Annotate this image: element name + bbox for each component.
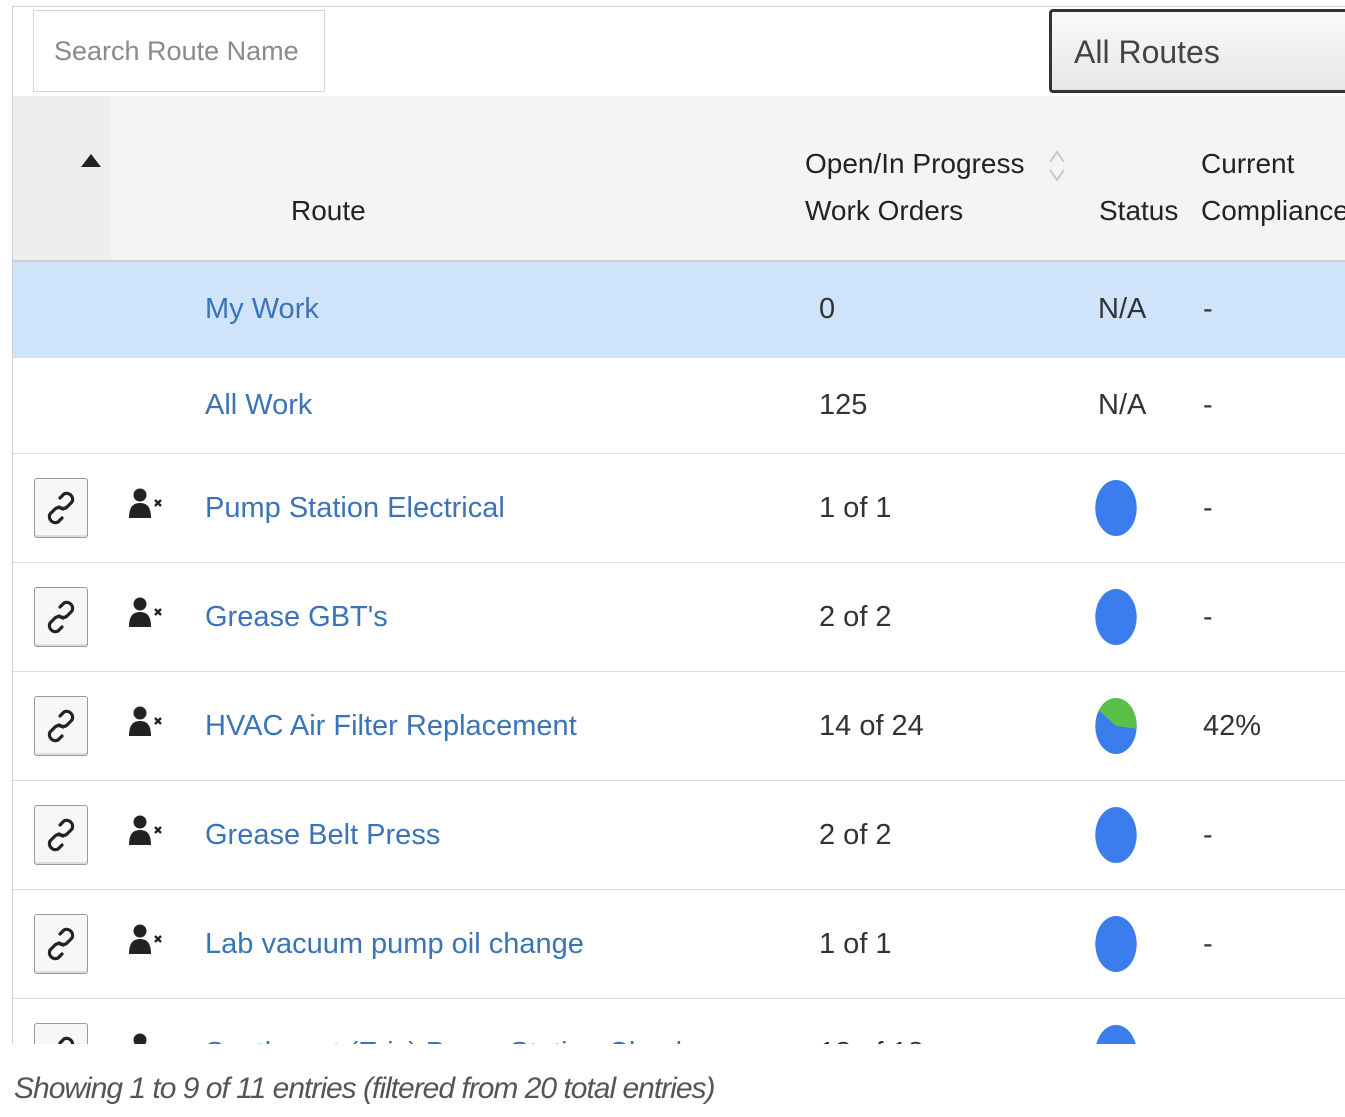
status-pie (1095, 562, 1197, 672)
work-orders-value: 14 of 24 (805, 671, 1095, 781)
work-orders-value: 1 of 1 (805, 453, 1095, 563)
row-action-cell (13, 357, 111, 454)
link-route-button[interactable] (34, 914, 88, 974)
work-orders-value: 1 of 1 (805, 889, 1095, 999)
link-route-button[interactable] (34, 805, 88, 865)
row-action-cell (13, 889, 111, 999)
route-link[interactable]: HVAC Air Filter Replacement (205, 710, 577, 742)
route-link[interactable]: Grease GBT's (205, 601, 388, 633)
scroll-clip (0, 1044, 1345, 1066)
table-row[interactable]: HVAC Air Filter Replacement 14 of 24 42% (13, 671, 1345, 781)
column-header-compliance: Current Compliance (1197, 96, 1345, 262)
status-pie (1095, 998, 1197, 1045)
table-row[interactable]: Southwest (Eric) Pump Station Check18 of… (13, 998, 1345, 1045)
status-pie (1095, 453, 1197, 563)
compliance-value: - (1197, 453, 1345, 563)
route-link[interactable]: Grease Belt Press (205, 819, 440, 851)
route-link[interactable]: Pump Station Electrical (205, 492, 505, 524)
work-orders-value: 2 of 2 (805, 562, 1095, 672)
routes-table: Route Open/In Progress Work Orders Statu… (13, 96, 1345, 1045)
compliance-value: - (1197, 998, 1345, 1045)
sort-arrows-icon (1049, 150, 1065, 182)
status-pie (1095, 671, 1197, 781)
route-link[interactable]: All Work (205, 389, 312, 421)
status-pie (1095, 780, 1197, 890)
row-action-cell (13, 780, 111, 890)
user-remove-icon[interactable] (129, 487, 201, 529)
link-route-button[interactable] (34, 1023, 88, 1045)
table-row[interactable]: Pump Station Electrical 1 of 1- (13, 453, 1345, 563)
chain-link-icon (47, 927, 75, 961)
icon-column-header (111, 96, 201, 262)
route-link[interactable]: Lab vacuum pump oil change (205, 928, 584, 960)
table-row[interactable]: Lab vacuum pump oil change 1 of 1- (13, 889, 1345, 999)
row-action-cell (13, 671, 111, 781)
user-remove-icon[interactable] (129, 923, 201, 965)
compliance-value: - (1197, 780, 1345, 890)
column-header-route[interactable]: Route (201, 96, 958, 262)
chain-link-icon (47, 709, 75, 743)
route-link[interactable]: My Work (205, 293, 319, 325)
chain-link-icon (47, 491, 75, 525)
compliance-value: - (1197, 889, 1345, 999)
search-route-input[interactable] (33, 10, 325, 92)
table-header-row: Route Open/In Progress Work Orders Statu… (13, 96, 1345, 262)
row-action-cell (13, 562, 111, 672)
user-remove-icon[interactable] (129, 814, 201, 856)
row-icon-cell (111, 261, 201, 358)
chain-link-icon (47, 600, 75, 634)
toolbar: All Routes (13, 7, 1345, 97)
compliance-header-line1: Current (1201, 148, 1295, 179)
row-icon-cell (111, 780, 201, 890)
work-orders-value: 2 of 2 (805, 780, 1095, 890)
work-orders-header-line1: Open/In Progress (805, 148, 1025, 179)
status-pie (1095, 889, 1197, 999)
compliance-value: - (1197, 562, 1345, 672)
row-action-cell (13, 998, 111, 1045)
row-icon-cell (111, 562, 201, 672)
row-icon-cell (111, 357, 201, 454)
status-value: N/A (1095, 261, 1197, 358)
table-row[interactable]: Grease GBT's 2 of 2- (13, 562, 1345, 672)
sort-ascending-icon (81, 154, 101, 167)
work-orders-value: 125 (805, 357, 1095, 454)
row-icon-cell (111, 889, 201, 999)
route-filter-dropdown[interactable]: All Routes (1049, 9, 1345, 93)
work-orders-value: 18 of 18 (805, 998, 1095, 1045)
row-action-cell (13, 453, 111, 563)
table-row-my-work[interactable]: My Work 0 N/A - (13, 261, 1345, 358)
row-icon-cell (111, 453, 201, 563)
work-orders-value: 0 (805, 261, 1095, 358)
row-icon-cell (111, 998, 201, 1045)
compliance-header-line2: Compliance (1201, 195, 1345, 226)
column-header-work-orders[interactable]: Open/In Progress Work Orders (805, 96, 1095, 262)
row-icon-cell (111, 671, 201, 781)
user-remove-icon[interactable] (129, 596, 201, 638)
work-orders-header-line2: Work Orders (805, 195, 964, 226)
table-row-all-work[interactable]: All Work 125 N/A - (13, 357, 1345, 454)
user-remove-icon[interactable] (129, 705, 201, 747)
compliance-value: 42% (1197, 671, 1345, 781)
chain-link-icon (47, 818, 75, 852)
link-route-button[interactable] (34, 587, 88, 647)
route-header-label: Route (291, 195, 366, 226)
row-action-cell (13, 261, 111, 358)
sort-column-header[interactable] (13, 96, 111, 262)
status-value: N/A (1095, 357, 1197, 454)
link-route-button[interactable] (34, 696, 88, 756)
table-row[interactable]: Grease Belt Press 2 of 2- (13, 780, 1345, 890)
compliance-value: - (1197, 261, 1345, 358)
compliance-value: - (1197, 357, 1345, 454)
column-header-status: Status (1095, 96, 1197, 262)
routes-panel: All Routes Route Open/In Progre (12, 6, 1345, 1045)
status-header-label: Status (1099, 195, 1179, 226)
link-route-button[interactable] (34, 478, 88, 538)
table-info-footer: Showing 1 to 9 of 11 entries (filtered f… (14, 1072, 715, 1105)
